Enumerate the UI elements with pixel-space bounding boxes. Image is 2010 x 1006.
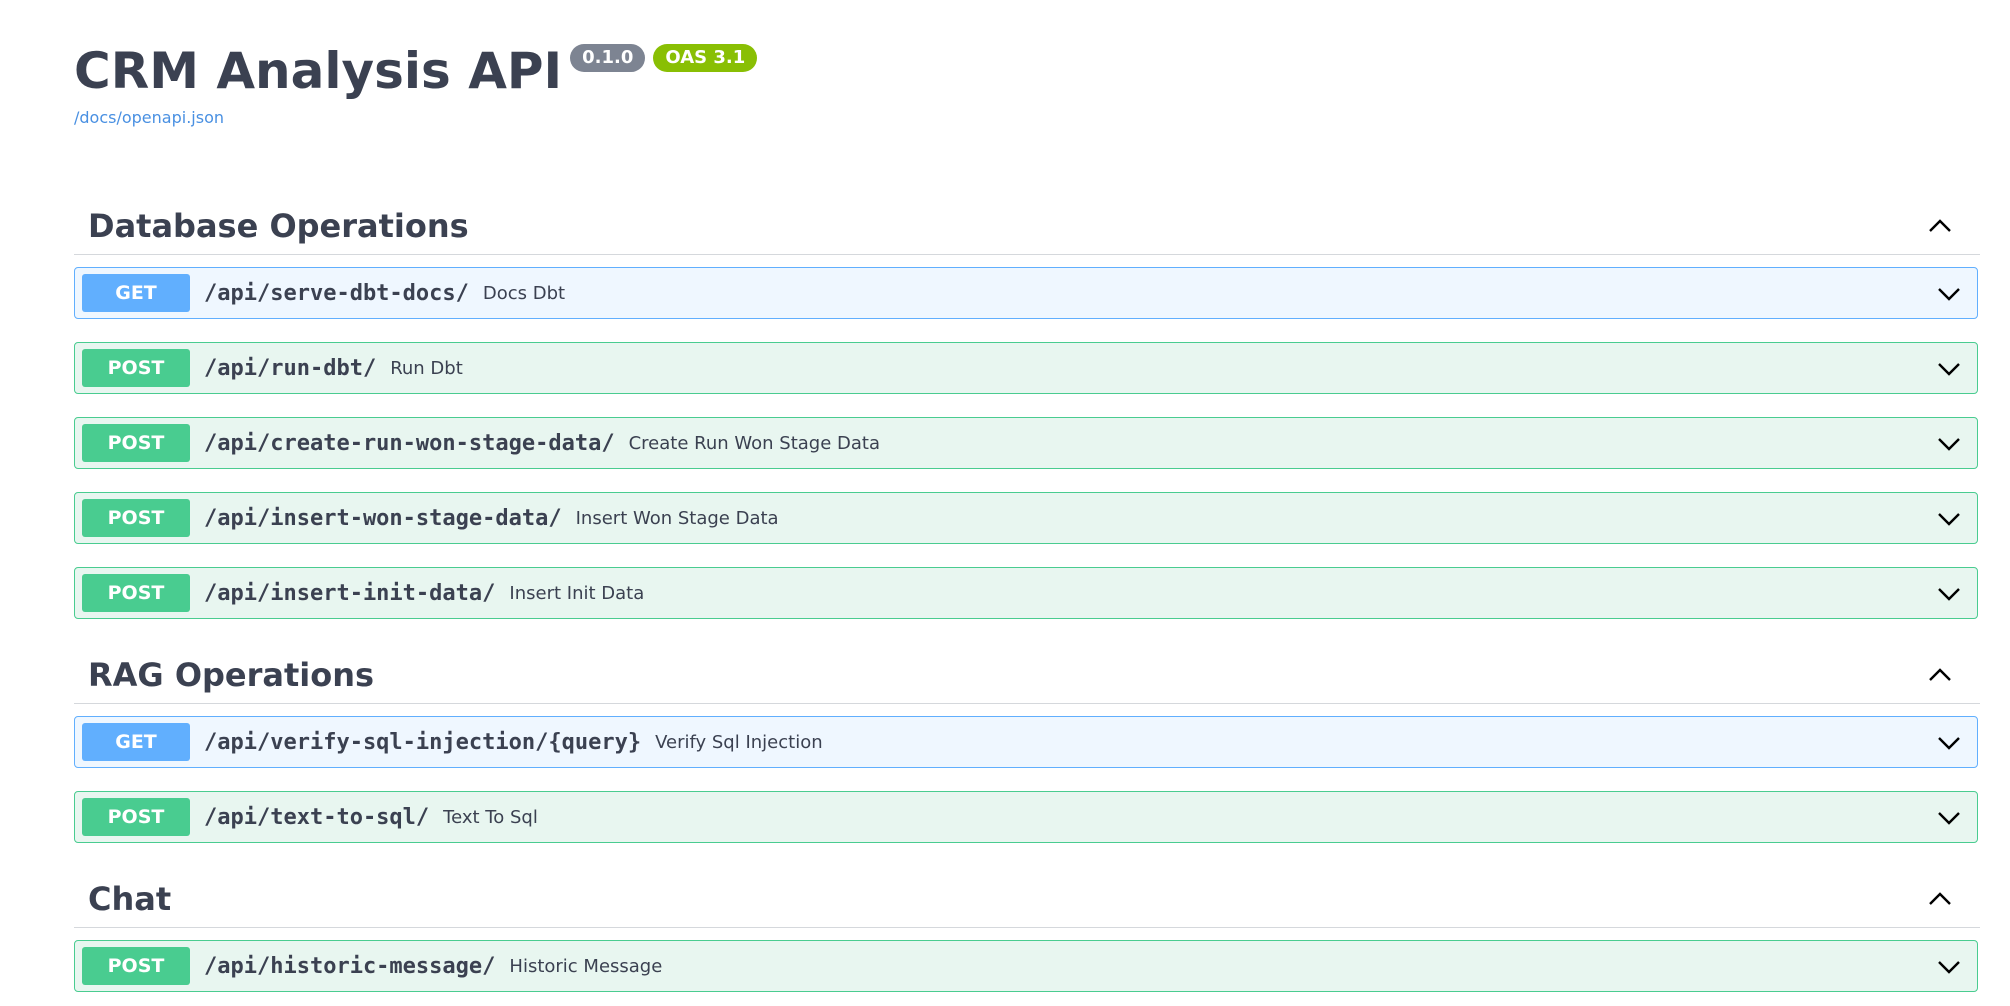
method-badge: POST: [82, 947, 190, 985]
method-badge: POST: [82, 424, 190, 462]
tag-section-rag-operations: RAG Operations: [74, 647, 1980, 704]
operation-summary: Run Dbt: [390, 357, 463, 379]
operation-row[interactable]: POST /api/create-run-won-stage-data/ Cre…: [74, 417, 1978, 469]
chevron-down-icon[interactable]: [1935, 430, 1963, 458]
tag-title: Chat: [88, 880, 172, 918]
operation-row[interactable]: GET /api/verify-sql-injection/{query} Ve…: [74, 716, 1978, 768]
chevron-down-icon[interactable]: [1935, 505, 1963, 533]
chevron-down-icon[interactable]: [1935, 355, 1963, 383]
operation-summary: Verify Sql Injection: [655, 731, 823, 753]
operation-path: /api/serve-dbt-docs/: [204, 280, 469, 306]
operation-row[interactable]: POST /api/insert-init-data/ Insert Init …: [74, 567, 1978, 619]
tag-header[interactable]: Chat: [74, 871, 1980, 928]
chevron-up-icon[interactable]: [1926, 885, 1954, 913]
tag-section-chat: Chat: [74, 871, 1980, 928]
operation-row[interactable]: POST /api/historic-message/ Historic Mes…: [74, 940, 1978, 992]
operation-path: /api/run-dbt/: [204, 355, 377, 381]
operation-path: /api/insert-init-data/: [204, 580, 496, 606]
tag-section-database-operations: Database Operations: [74, 198, 1980, 255]
method-badge: POST: [82, 349, 190, 387]
api-info: CRM Analysis API 0.1.0 OAS 3.1 /docs/ope…: [74, 38, 758, 127]
swagger-page: CRM Analysis API 0.1.0 OAS 3.1 /docs/ope…: [0, 0, 2010, 1006]
tag-header[interactable]: RAG Operations: [74, 647, 1980, 704]
operation-summary: Docs Dbt: [482, 282, 566, 304]
method-badge: GET: [82, 723, 190, 761]
method-badge: POST: [82, 499, 190, 537]
method-badge: POST: [82, 798, 190, 836]
operation-path: /api/text-to-sql/: [204, 804, 430, 830]
title-row: CRM Analysis API 0.1.0 OAS 3.1: [74, 38, 758, 104]
chevron-down-icon[interactable]: [1935, 580, 1963, 608]
chevron-down-icon[interactable]: [1935, 729, 1963, 757]
tag-header[interactable]: Database Operations: [74, 198, 1980, 255]
chevron-up-icon[interactable]: [1926, 661, 1954, 689]
version-badge: 0.1.0: [570, 44, 646, 72]
chevron-down-icon[interactable]: [1935, 280, 1963, 308]
operation-path: /api/create-run-won-stage-data/: [204, 430, 615, 456]
tag-title: RAG Operations: [88, 656, 375, 694]
chevron-up-icon[interactable]: [1926, 212, 1954, 240]
tag-title: Database Operations: [88, 207, 469, 245]
operation-path: /api/historic-message/: [204, 953, 496, 979]
operation-summary: Historic Message: [509, 955, 663, 977]
operation-row[interactable]: POST /api/insert-won-stage-data/ Insert …: [74, 492, 1978, 544]
oas-badge: OAS 3.1: [653, 44, 758, 72]
chevron-down-icon[interactable]: [1935, 953, 1963, 981]
operation-summary: Insert Init Data: [509, 582, 645, 604]
operation-row[interactable]: POST /api/text-to-sql/ Text To Sql: [74, 791, 1978, 843]
operation-path: /api/verify-sql-injection/{query}: [204, 729, 642, 755]
operation-path: /api/insert-won-stage-data/: [204, 505, 562, 531]
operation-summary: Insert Won Stage Data: [575, 507, 779, 529]
openapi-spec-link[interactable]: /docs/openapi.json: [74, 108, 757, 127]
page-title: CRM Analysis API: [74, 42, 563, 100]
chevron-down-icon[interactable]: [1935, 804, 1963, 832]
method-badge: POST: [82, 574, 190, 612]
operation-summary: Text To Sql: [443, 806, 538, 828]
method-badge: GET: [82, 274, 190, 312]
operation-row[interactable]: GET /api/serve-dbt-docs/ Docs Dbt: [74, 267, 1978, 319]
operation-summary: Create Run Won Stage Data: [628, 432, 880, 454]
operation-row[interactable]: POST /api/run-dbt/ Run Dbt: [74, 342, 1978, 394]
